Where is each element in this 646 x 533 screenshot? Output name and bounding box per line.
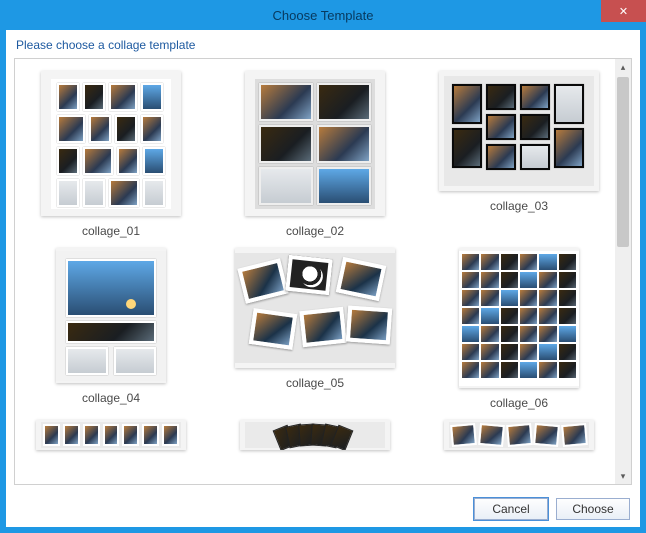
- cancel-button[interactable]: Cancel: [474, 498, 548, 520]
- template-item-collage-06[interactable]: collage_06: [429, 248, 609, 410]
- window-title: Choose Template: [273, 8, 374, 23]
- template-label: collage_03: [490, 199, 548, 213]
- titlebar: Choose Template ✕: [0, 0, 646, 30]
- template-item-collage-04[interactable]: collage_04: [21, 248, 201, 410]
- button-row: Cancel Choose: [6, 491, 640, 527]
- scrollbar[interactable]: ▴ ▾: [615, 59, 631, 484]
- client-area: Please choose a collage template: [6, 30, 640, 527]
- template-item-collage-05[interactable]: collage_05: [225, 248, 405, 410]
- scroll-down-icon[interactable]: ▾: [615, 468, 631, 484]
- template-thumbnail: [235, 248, 395, 368]
- template-thumbnail: [56, 248, 166, 383]
- template-item-partial[interactable]: [21, 420, 201, 450]
- template-thumbnail: [36, 420, 186, 450]
- close-button[interactable]: ✕: [601, 0, 646, 22]
- template-grid: collage_01 collage_02: [21, 71, 609, 450]
- template-thumbnail: [439, 71, 599, 191]
- template-item-collage-01[interactable]: collage_01: [21, 71, 201, 238]
- instruction-text: Please choose a collage template: [6, 30, 640, 58]
- template-thumbnail: [459, 248, 579, 388]
- template-grid-viewport: collage_01 collage_02: [15, 59, 615, 484]
- template-thumbnail: [41, 71, 181, 216]
- template-list: collage_01 collage_02: [14, 58, 632, 485]
- template-label: collage_02: [286, 224, 344, 238]
- template-thumbnail: [245, 71, 385, 216]
- template-label: collage_05: [286, 376, 344, 390]
- template-label: collage_04: [82, 391, 140, 405]
- template-item-partial[interactable]: [225, 420, 405, 450]
- scroll-up-icon[interactable]: ▴: [615, 59, 631, 75]
- template-label: collage_06: [490, 396, 548, 410]
- template-item-partial[interactable]: [429, 420, 609, 450]
- choose-template-window: Choose Template ✕ Please choose a collag…: [0, 0, 646, 533]
- template-item-collage-02[interactable]: collage_02: [225, 71, 405, 238]
- template-thumbnail: [444, 420, 594, 450]
- close-icon: ✕: [619, 5, 628, 18]
- template-item-collage-03[interactable]: collage_03: [429, 71, 609, 238]
- template-label: collage_01: [82, 224, 140, 238]
- choose-button[interactable]: Choose: [556, 498, 630, 520]
- template-thumbnail: [240, 420, 390, 450]
- scroll-thumb[interactable]: [617, 77, 629, 247]
